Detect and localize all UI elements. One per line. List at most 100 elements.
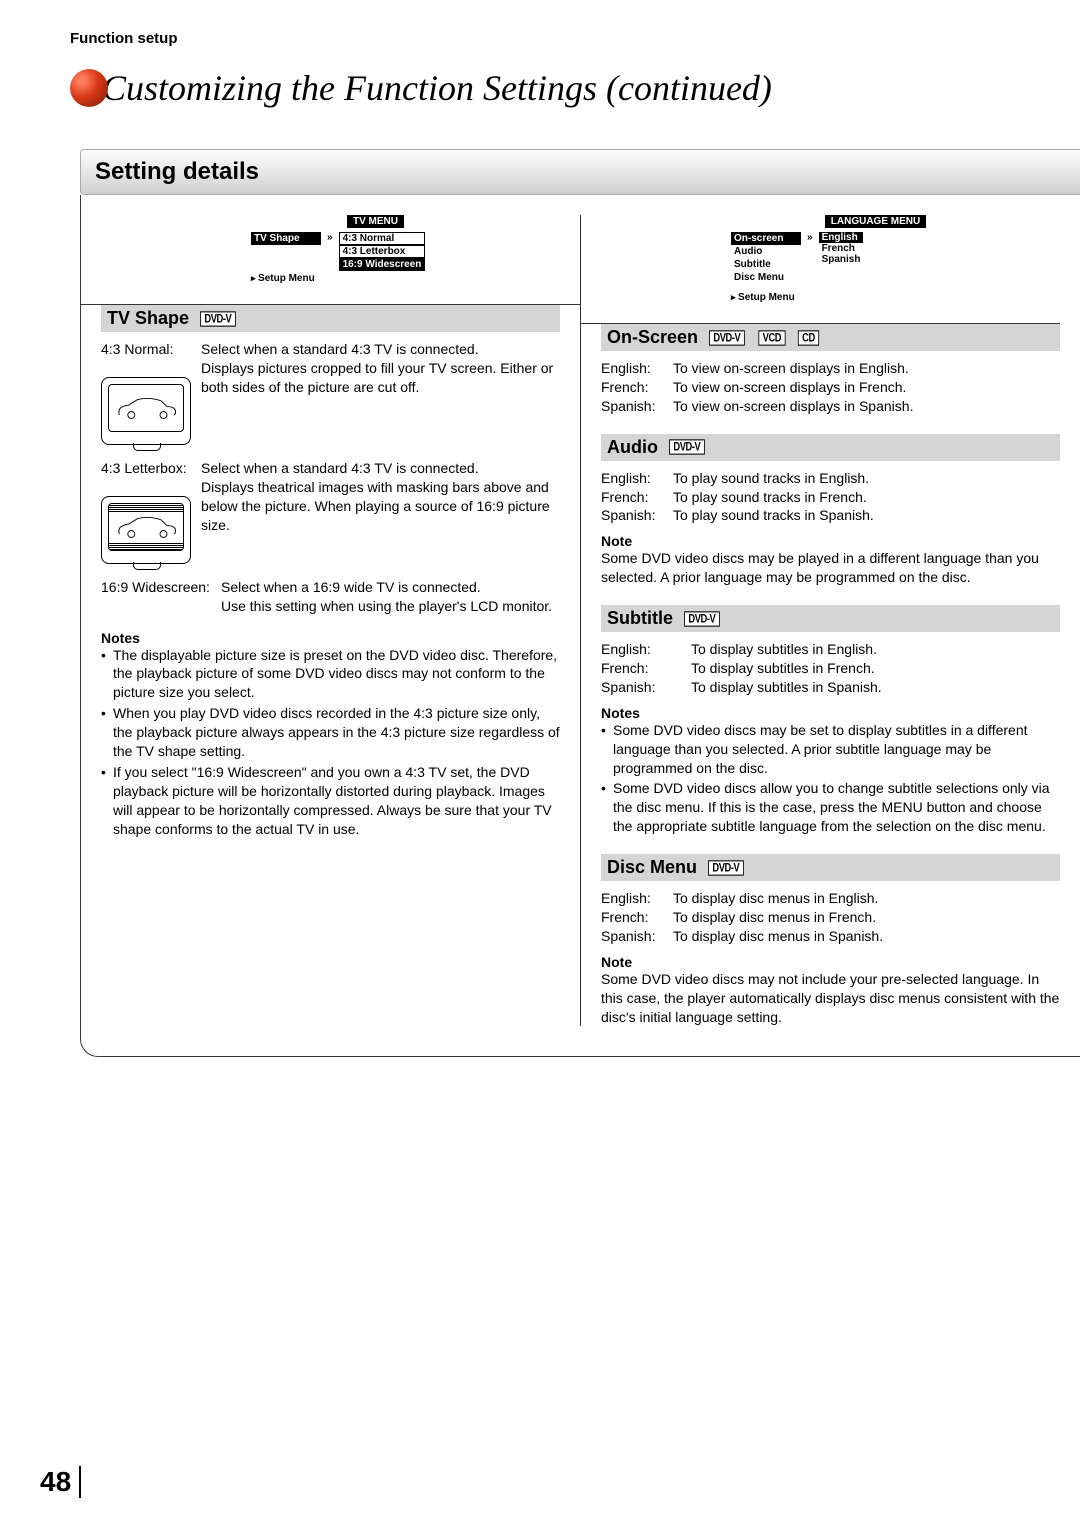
lang-desc: To play sound tracks in English.	[673, 469, 869, 488]
lang-desc: To display disc menus in French.	[673, 908, 876, 927]
car-icon	[111, 512, 181, 542]
lang-row: English:To display subtitles in English.	[601, 640, 1060, 659]
lang-desc: To view on-screen displays in French.	[673, 378, 906, 397]
heading-text: Disc Menu	[607, 857, 697, 878]
lang-row: Spanish:To display subtitles in Spanish.	[601, 678, 1060, 697]
setup-menu-item: Setup Menu	[731, 292, 1060, 303]
left-column: TV MENU TV Shape » 4:3 Normal 4:3 Letter…	[81, 215, 581, 1026]
lang-label: Spanish:	[601, 678, 691, 697]
lang-menu-item: Disc Menu	[731, 271, 801, 284]
lang-row: Spanish:To display disc menus in Spanish…	[601, 927, 1060, 946]
discmenu-heading: Disc Menu DVD-V	[601, 854, 1060, 881]
option-label: 16:9 Widescreen:	[101, 579, 210, 595]
lang-desc: To view on-screen displays in English.	[673, 359, 909, 378]
content-area: TV MENU TV Shape » 4:3 Normal 4:3 Letter…	[80, 195, 1080, 1057]
note-heading: Note	[601, 954, 1060, 970]
tv-menu-option: 4:3 Normal	[339, 232, 426, 245]
lang-row: English:To play sound tracks in English.	[601, 469, 1060, 488]
lang-row: French:To view on-screen displays in Fre…	[601, 378, 1060, 397]
section-label: Function setup	[70, 30, 1030, 47]
lang-desc: To display subtitles in French.	[691, 659, 875, 678]
right-column: LANGUAGE MENU On-screen Audio Subtitle D…	[581, 215, 1080, 1026]
heading-text: TV Shape	[107, 308, 189, 329]
tv-menu-title: TV MENU	[347, 215, 404, 228]
lang-desc: To view on-screen displays in Spanish.	[673, 397, 913, 416]
lang-row: English:To view on-screen displays in En…	[601, 359, 1060, 378]
lang-label: French:	[601, 659, 691, 678]
onscreen-heading: On-Screen DVD-V VCD CD	[601, 324, 1060, 351]
lang-menu-item: On-screen	[731, 232, 801, 245]
dvd-v-badge: DVD-V	[669, 439, 704, 454]
lang-label: English:	[601, 640, 691, 659]
tv-letterbox-icon	[101, 496, 191, 564]
option-desc: Select when a 16:9 wide TV is connected.…	[221, 578, 560, 616]
option-label: 4:3 Letterbox:	[101, 460, 187, 476]
lang-menu-option: Spanish	[819, 254, 864, 265]
option-letterbox: 4:3 Letterbox: Select when a standard 4:…	[101, 459, 560, 564]
lang-desc: To display disc menus in English.	[673, 889, 878, 908]
lang-label: English:	[601, 889, 673, 908]
tv-shape-heading: TV Shape DVD-V	[101, 305, 560, 332]
option-desc: Select when a standard 4:3 TV is connect…	[201, 340, 560, 445]
lang-desc: To display subtitles in Spanish.	[691, 678, 882, 697]
note-text: Some DVD video discs may be played in a …	[601, 549, 1060, 587]
cd-badge: CD	[797, 330, 818, 345]
note-heading: Note	[601, 533, 1060, 549]
title-row: Customizing the Function Settings (conti…	[70, 67, 1030, 109]
lang-desc: To play sound tracks in French.	[673, 488, 867, 507]
section-heading: Setting details	[80, 149, 1080, 195]
lang-label: Spanish:	[601, 506, 673, 525]
lang-menu-item: Subtitle	[731, 258, 801, 271]
dvd-v-badge: DVD-V	[708, 860, 743, 875]
dvd-v-badge: DVD-V	[709, 330, 744, 345]
note-item: When you play DVD video discs recorded i…	[101, 704, 560, 761]
option-desc: Select when a standard 4:3 TV is connect…	[201, 459, 560, 564]
subtitle-heading: Subtitle DVD-V	[601, 605, 1060, 632]
note-item: Some DVD video discs may be set to displ…	[601, 721, 1060, 778]
arrow-icon: »	[327, 232, 333, 243]
setup-menu-item: Setup Menu	[251, 273, 560, 284]
page-title: Customizing the Function Settings (conti…	[102, 67, 772, 109]
language-menu-title: LANGUAGE MENU	[825, 215, 926, 228]
notes-list: Some DVD video discs may be set to displ…	[601, 721, 1060, 836]
lang-label: French:	[601, 488, 673, 507]
lang-row: English:To display disc menus in English…	[601, 889, 1060, 908]
option-label: 4:3 Normal:	[101, 341, 173, 357]
arrow-icon: »	[807, 232, 813, 243]
notes-heading: Notes	[601, 705, 1060, 721]
lang-desc: To play sound tracks in Spanish.	[673, 506, 874, 525]
lang-label: Spanish:	[601, 927, 673, 946]
note-item: If you select "16:9 Widescreen" and you …	[101, 763, 560, 839]
tv-menu-option: 16:9 Widescreen	[339, 258, 426, 271]
note-item: The displayable picture size is preset o…	[101, 646, 560, 703]
heading-text: On-Screen	[607, 327, 698, 348]
lang-menu-option: English	[819, 232, 864, 243]
lang-label: English:	[601, 359, 673, 378]
heading-text: Subtitle	[607, 608, 673, 629]
tv-menu-option: 4:3 Letterbox	[339, 245, 426, 258]
lang-label: Spanish:	[601, 397, 673, 416]
option-normal: 4:3 Normal: Select when a standard 4:3 T…	[101, 340, 560, 445]
note-text: Some DVD video discs may not include you…	[601, 970, 1060, 1027]
lang-label: English:	[601, 469, 673, 488]
page-number: 48	[40, 1466, 81, 1498]
heading-text: Audio	[607, 437, 658, 458]
audio-heading: Audio DVD-V	[601, 434, 1060, 461]
note-item: Some DVD video discs allow you to change…	[601, 779, 1060, 836]
tv-menu-mock: TV MENU TV Shape » 4:3 Normal 4:3 Letter…	[251, 215, 560, 284]
lang-menu-item: Audio	[731, 245, 801, 258]
lang-desc: To display disc menus in Spanish.	[673, 927, 883, 946]
lang-menu-option: French	[819, 243, 864, 254]
car-icon	[111, 393, 181, 423]
lang-row: French:To play sound tracks in French.	[601, 488, 1060, 507]
tv-menu-item-selected: TV Shape	[251, 232, 321, 245]
lang-row: French:To display subtitles in French.	[601, 659, 1060, 678]
lang-row: Spanish:To view on-screen displays in Sp…	[601, 397, 1060, 416]
notes-heading: Notes	[101, 630, 560, 646]
notes-list: The displayable picture size is preset o…	[101, 646, 560, 839]
lang-label: French:	[601, 378, 673, 397]
dvd-v-badge: DVD-V	[200, 311, 235, 326]
dvd-v-badge: DVD-V	[684, 611, 719, 626]
lang-row: Spanish:To play sound tracks in Spanish.	[601, 506, 1060, 525]
option-widescreen: 16:9 Widescreen: Select when a 16:9 wide…	[101, 578, 560, 616]
